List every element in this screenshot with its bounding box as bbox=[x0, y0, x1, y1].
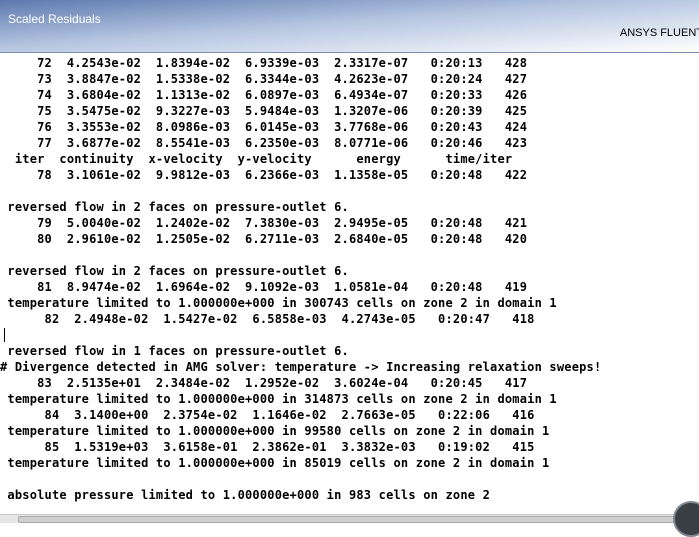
brand-label: ANSYS FLUENT bbox=[619, 27, 699, 39]
console-line: 74 3.6804e-02 1.1313e-02 6.0897e-03 6.49… bbox=[0, 88, 528, 102]
console-line: 84 3.1400e+00 2.3754e-02 1.1646e-02 2.76… bbox=[0, 408, 535, 422]
console-output[interactable]: 72 4.2543e-02 1.8394e-02 6.9339e-03 2.33… bbox=[0, 55, 699, 515]
console-line: 76 3.3553e-02 8.0986e-03 6.0145e-03 3.77… bbox=[0, 120, 528, 134]
console-line: temperature limited to 1.000000e+000 in … bbox=[0, 424, 550, 438]
console-line: # Divergence detected in AMG solver: tem… bbox=[0, 360, 602, 374]
console-line: iter continuity x-velocity y-velocity en… bbox=[0, 152, 513, 166]
console-line: temperature limited to 1.000000e+000 in … bbox=[0, 456, 550, 470]
console-line: 73 3.8847e-02 1.5338e-02 6.3344e-03 4.26… bbox=[0, 72, 528, 86]
console-line: absolute pressure limited to 1.000000e+0… bbox=[0, 488, 491, 502]
divider bbox=[0, 52, 699, 53]
console-line: 85 1.5319e+03 3.6158e-01 2.3862e-01 3.38… bbox=[0, 440, 535, 454]
console-line: temperature limited to 1.000000e+000 in … bbox=[0, 296, 557, 310]
console-line: reversed flow in 2 faces on pressure-out… bbox=[0, 264, 349, 278]
scrollbar-thumb[interactable] bbox=[18, 516, 680, 523]
console-line: 83 2.5135e+01 2.3484e-02 1.2952e-02 3.60… bbox=[0, 376, 528, 390]
console-line: reversed flow in 1 faces on pressure-out… bbox=[0, 344, 349, 358]
console-line: temperature limited to 1.000000e+000 in … bbox=[0, 392, 557, 406]
app-orb-icon[interactable] bbox=[673, 501, 699, 537]
console-line: 81 8.9474e-02 1.6964e-02 9.1092e-03 1.05… bbox=[0, 280, 528, 294]
console-line: 72 4.2543e-02 1.8394e-02 6.9339e-03 2.33… bbox=[0, 56, 528, 70]
console-line: 80 2.9610e-02 1.2505e-02 6.2711e-03 2.68… bbox=[0, 232, 528, 246]
plot-window-header: Scaled Residuals ANSYS FLUENT bbox=[0, 0, 699, 52]
console-line: 77 3.6877e-02 8.5541e-03 6.2350e-03 8.07… bbox=[0, 136, 528, 150]
horizontal-scrollbar[interactable] bbox=[0, 514, 699, 523]
console-line: 82 2.4948e-02 1.5427e-02 6.5858e-03 4.27… bbox=[0, 312, 535, 326]
console-line: 78 3.1061e-02 9.9812e-03 6.2366e-03 1.13… bbox=[0, 168, 528, 182]
console-line: 79 5.0040e-02 1.2402e-02 7.3830e-03 2.94… bbox=[0, 216, 528, 230]
text-cursor bbox=[4, 328, 5, 342]
window-title: Scaled Residuals bbox=[8, 12, 101, 26]
console-line: 75 3.5475e-02 9.3227e-03 5.9484e-03 1.32… bbox=[0, 104, 528, 118]
console-line: reversed flow in 2 faces on pressure-out… bbox=[0, 200, 349, 214]
